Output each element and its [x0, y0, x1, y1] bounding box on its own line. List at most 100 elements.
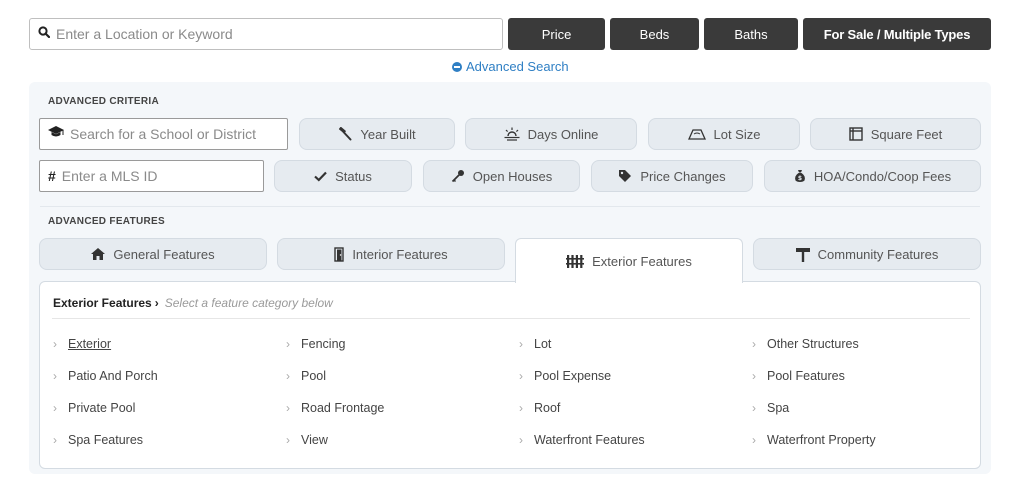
mls-id-input[interactable]: [61, 168, 263, 184]
hoa-fees-button[interactable]: $ HOA/Condo/Coop Fees: [764, 160, 981, 192]
feature-item-road-frontage[interactable]: › Road Frontage: [286, 401, 384, 415]
feature-item-label: Road Frontage: [301, 401, 385, 415]
feature-item-view[interactable]: › View: [286, 433, 328, 447]
hoa-fees-label: HOA/Condo/Coop Fees: [813, 168, 952, 184]
advanced-search-toggle[interactable]: Advanced Search: [452, 59, 569, 74]
feature-item-label: Pool: [301, 369, 327, 383]
status-button[interactable]: Status: [274, 160, 412, 192]
feature-item-label: Spa Features: [68, 433, 144, 447]
chevron-right-icon: ›: [752, 369, 756, 383]
chevron-right-icon: ›: [286, 433, 290, 447]
exterior-features-panel: Exterior Features › Select a feature cat…: [39, 281, 981, 469]
graduation-cap-icon: [48, 125, 64, 143]
chevron-right-icon: ›: [53, 337, 57, 351]
property-type-filter-button[interactable]: For Sale / Multiple Types: [803, 18, 991, 50]
feature-item-waterfront-property[interactable]: › Waterfront Property: [752, 433, 876, 447]
school-search-input[interactable]: [70, 126, 287, 142]
feature-item-label: Patio And Porch: [68, 369, 158, 383]
feature-item-lot[interactable]: › Lot: [519, 337, 551, 351]
chevron-right-icon: ›: [53, 369, 57, 383]
chevron-right-icon: ›: [53, 401, 57, 415]
square-ruler-icon: [849, 127, 863, 141]
fence-icon: [566, 254, 585, 268]
school-search-field[interactable]: [39, 118, 288, 150]
key-icon: [451, 169, 465, 183]
tab-general-features-label: General Features: [113, 246, 215, 262]
chevron-right-icon: ›: [286, 337, 290, 351]
feature-item-fencing[interactable]: › Fencing: [286, 337, 345, 351]
feature-item-label: Pool Features: [767, 369, 845, 383]
year-built-button[interactable]: Year Built: [299, 118, 455, 150]
tab-general-features[interactable]: General Features: [39, 238, 267, 270]
feature-item-pool-features[interactable]: › Pool Features: [752, 369, 845, 383]
mls-id-field[interactable]: #: [39, 160, 264, 192]
feature-item-exterior[interactable]: › Exterior: [53, 337, 111, 351]
feature-item-spa-features[interactable]: › Spa Features: [53, 433, 143, 447]
feature-item-private-pool[interactable]: › Private Pool: [53, 401, 135, 415]
location-search-field[interactable]: [29, 18, 503, 50]
feature-item-pool-expense[interactable]: › Pool Expense: [519, 369, 611, 383]
feature-item-patio-and-porch[interactable]: › Patio And Porch: [53, 369, 158, 383]
land-icon: [687, 128, 706, 140]
feature-item-pool[interactable]: › Pool: [286, 369, 326, 383]
advanced-criteria-heading: ADVANCED CRITERIA: [48, 96, 160, 107]
tab-community-features[interactable]: Community Features: [753, 238, 981, 270]
breadcrumb-separator-icon: ›: [154, 296, 159, 310]
advanced-search-label: Advanced Search: [466, 59, 569, 74]
breadcrumb-hint: Select a feature category below: [164, 296, 333, 310]
sunrise-icon: [504, 127, 520, 141]
lot-size-button[interactable]: Lot Size: [648, 118, 800, 150]
days-online-label: Days Online: [527, 126, 599, 142]
location-search-input[interactable]: [56, 26, 502, 42]
tab-interior-features-label: Interior Features: [352, 246, 448, 262]
square-feet-button[interactable]: Square Feet: [810, 118, 981, 150]
tab-exterior-features[interactable]: Exterior Features: [515, 238, 743, 283]
chevron-right-icon: ›: [752, 433, 756, 447]
feature-item-label: Fencing: [301, 337, 346, 351]
chevron-right-icon: ›: [519, 433, 523, 447]
feature-item-label: Waterfront Features: [534, 433, 645, 447]
chevron-right-icon: ›: [519, 369, 523, 383]
days-online-button[interactable]: Days Online: [465, 118, 637, 150]
hash-icon: #: [48, 168, 56, 184]
feature-item-label: Spa: [767, 401, 790, 415]
feature-item-roof[interactable]: › Roof: [519, 401, 560, 415]
price-filter-button[interactable]: Price: [508, 18, 605, 50]
lot-size-label: Lot Size: [713, 126, 761, 142]
feature-item-waterfront-features[interactable]: › Waterfront Features: [519, 433, 645, 447]
chevron-right-icon: ›: [752, 401, 756, 415]
feature-item-other-structures[interactable]: › Other Structures: [752, 337, 859, 351]
money-bag-icon: $: [794, 169, 806, 183]
feature-item-label: Other Structures: [767, 337, 859, 351]
chevron-right-icon: ›: [519, 337, 523, 351]
minus-circle-icon: [452, 61, 462, 72]
chevron-right-icon: ›: [752, 337, 756, 351]
hammer-icon: [338, 127, 352, 141]
price-changes-button[interactable]: Price Changes: [591, 160, 753, 192]
panel-divider: [52, 318, 970, 319]
price-changes-label: Price Changes: [640, 168, 726, 184]
checkmark-icon: [314, 171, 327, 182]
baths-filter-button[interactable]: Baths: [704, 18, 798, 50]
feature-item-label: Waterfront Property: [767, 433, 876, 447]
breadcrumb-title: Exterior Features: [53, 296, 152, 310]
tab-interior-features[interactable]: Interior Features: [277, 238, 505, 270]
feature-breadcrumb: Exterior Features › Select a feature cat…: [53, 296, 333, 310]
feature-item-label: Exterior: [68, 337, 112, 351]
chevron-right-icon: ›: [286, 401, 290, 415]
beds-filter-button[interactable]: Beds: [610, 18, 699, 50]
status-label: Status: [335, 168, 372, 184]
square-feet-label: Square Feet: [870, 126, 943, 142]
feature-item-spa[interactable]: › Spa: [752, 401, 789, 415]
open-houses-button[interactable]: Open Houses: [423, 160, 580, 192]
chevron-right-icon: ›: [53, 433, 57, 447]
search-icon: [38, 25, 51, 43]
chevron-right-icon: ›: [286, 369, 290, 383]
section-divider: [40, 206, 980, 207]
price-tag-icon: [618, 169, 632, 183]
signpost-icon: [795, 247, 810, 262]
door-icon: [334, 246, 345, 262]
home-icon: [91, 248, 106, 260]
feature-item-label: Pool Expense: [534, 369, 612, 383]
tab-community-features-label: Community Features: [817, 246, 939, 262]
